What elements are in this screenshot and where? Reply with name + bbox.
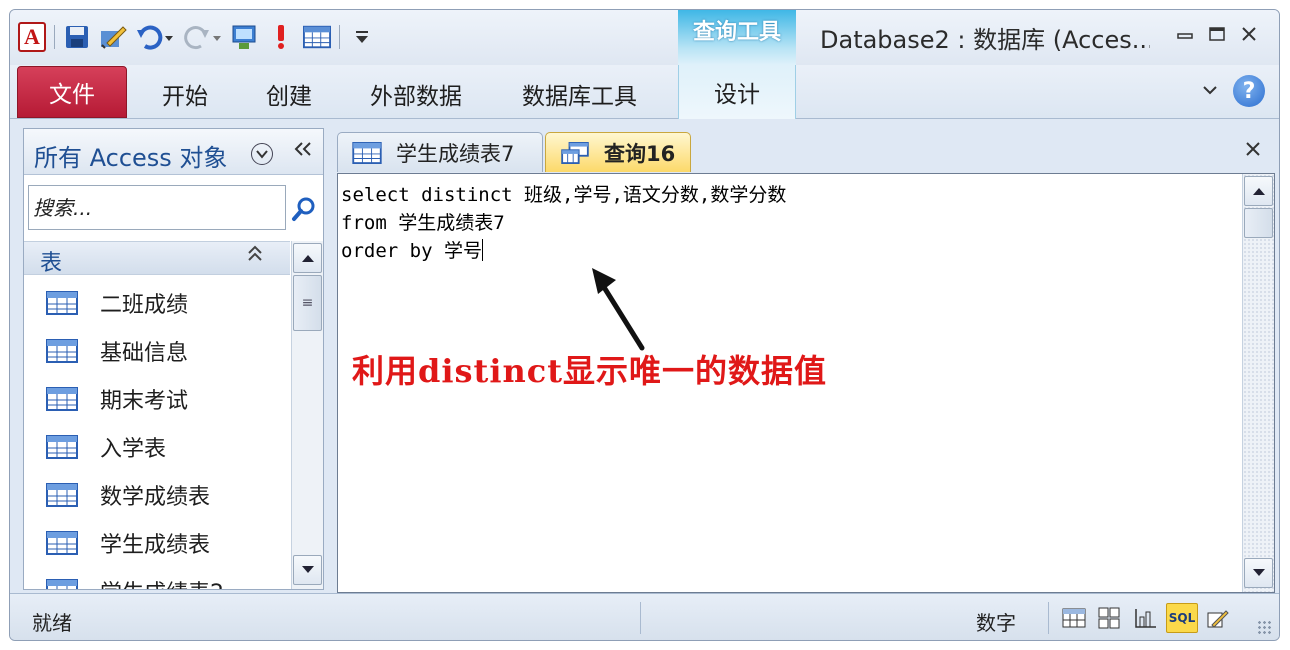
- tab-student-scores-7[interactable]: 学生成绩表7: [337, 132, 543, 172]
- scroll-down-icon[interactable]: [1244, 558, 1273, 588]
- list-item[interactable]: 入学表: [24, 423, 290, 471]
- text-caret: [481, 239, 483, 261]
- scrollbar-thumb[interactable]: [1244, 208, 1273, 238]
- shutter-bar-collapse-icon[interactable]: [292, 139, 314, 165]
- annotation-arrow-icon: [592, 268, 645, 351]
- editor-scrollbar[interactable]: [1242, 174, 1274, 592]
- list-item-label: 期末考试: [100, 389, 189, 414]
- navigation-pane: 所有 Access 对象 表 二班成绩 基础信息 期末考试 入学表 数学成绩表: [23, 128, 324, 590]
- tables-group-label: 表: [40, 251, 63, 276]
- document-tabs: 学生成绩表7 查询16: [333, 128, 1275, 172]
- list-item[interactable]: 二班成绩: [24, 279, 290, 327]
- query-icon: [561, 141, 589, 164]
- table-icon: [46, 531, 78, 555]
- list-item[interactable]: 期末考试: [24, 375, 290, 423]
- sql-view-button[interactable]: SQL: [1166, 603, 1198, 633]
- window-title: Database2 : 数据库 (Acces...: [820, 26, 1150, 54]
- list-item-label: 学生成绩表: [100, 533, 211, 558]
- query-tools-context-header: 查询工具: [678, 10, 796, 65]
- list-item[interactable]: 学生成绩表: [24, 519, 290, 567]
- help-icon[interactable]: ?: [1233, 75, 1265, 107]
- tab-database-tools[interactable]: 数据库工具: [522, 77, 637, 111]
- resize-grip-icon[interactable]: [1257, 620, 1273, 636]
- view-report-icon[interactable]: [231, 23, 259, 51]
- nav-pane-menu-icon[interactable]: [251, 143, 273, 165]
- list-item-label: 学生成绩表2: [100, 575, 224, 589]
- sql-editor[interactable]: select distinct 班级,学号,语文分数,数学分数 from 学生成…: [337, 173, 1275, 593]
- tab-create[interactable]: 创建: [266, 77, 312, 111]
- status-divider: [1048, 602, 1049, 634]
- sql-line[interactable]: from 学生成绩表7: [341, 208, 505, 235]
- scroll-up-icon[interactable]: [1244, 176, 1273, 206]
- table-icon: [46, 435, 78, 459]
- table-icon: [46, 291, 78, 315]
- title-bar: A 查询工具 Database2: 数据库 (Acces...: [10, 10, 1279, 65]
- search-field[interactable]: [28, 185, 286, 230]
- sql-line-text: order by 学号: [341, 240, 482, 262]
- tab-label: 学生成绩表7: [396, 141, 515, 166]
- access-window: A 查询工具 Database2: 数据库 (Acces... 文件 开始 创…: [9, 9, 1280, 641]
- list-item[interactable]: 学生成绩表2: [24, 567, 290, 589]
- toolbar-separator: [339, 25, 340, 49]
- status-divider: [640, 602, 641, 634]
- scroll-up-icon[interactable]: [293, 243, 322, 273]
- num-lock-indicator: 数字: [976, 611, 1016, 635]
- search-icon[interactable]: [290, 195, 318, 223]
- datasheet-view-icon[interactable]: [1058, 603, 1090, 633]
- table-icon: [46, 339, 78, 363]
- save-icon[interactable]: [63, 23, 91, 51]
- list-item-label: 入学表: [100, 437, 167, 462]
- tab-file[interactable]: 文件: [17, 66, 127, 118]
- run-icon[interactable]: [267, 23, 295, 51]
- view-switcher: SQL: [1058, 603, 1238, 633]
- scroll-down-icon[interactable]: [293, 555, 322, 585]
- minimize-ribbon-icon[interactable]: [1201, 81, 1219, 102]
- sql-line[interactable]: select distinct 班级,学号,语文分数,数学分数: [341, 180, 786, 207]
- nav-table-list: 二班成绩 基础信息 期末考试 入学表 数学成绩表 学生成绩表 学生成绩表2: [24, 279, 290, 589]
- list-item[interactable]: 基础信息: [24, 327, 290, 375]
- status-text: 就绪: [32, 611, 72, 635]
- datasheet-icon[interactable]: [303, 23, 331, 51]
- undo-icon[interactable]: [135, 23, 175, 51]
- search-input[interactable]: [29, 186, 285, 229]
- design-pencil-icon[interactable]: [99, 23, 127, 51]
- window-controls: [1169, 20, 1265, 48]
- restore-icon[interactable]: [1201, 20, 1233, 48]
- tab-label: 查询16: [604, 141, 676, 166]
- list-item-label: 数学成绩表: [100, 485, 211, 510]
- ribbon-tabs: 文件 开始 创建 外部数据 数据库工具 设计 ?: [10, 65, 1279, 119]
- redo-icon[interactable]: [183, 23, 223, 51]
- group-collapse-icon[interactable]: [246, 244, 264, 269]
- tab-external-data[interactable]: 外部数据: [370, 77, 462, 111]
- table-icon: [46, 387, 78, 411]
- list-item[interactable]: 数学成绩表: [24, 471, 290, 519]
- ribbon-right-controls: ?: [1201, 75, 1265, 107]
- status-bar: 就绪 数字 SQL: [10, 593, 1279, 640]
- table-icon: [46, 579, 78, 589]
- table-icon: [352, 141, 382, 164]
- access-app-icon[interactable]: A: [18, 22, 46, 52]
- close-icon[interactable]: [1233, 20, 1265, 48]
- scrollbar-thumb[interactable]: ≡: [293, 275, 322, 331]
- customize-toolbar-icon[interactable]: [348, 23, 376, 51]
- nav-pane-scrollbar[interactable]: ≡: [291, 241, 323, 589]
- close-document-icon[interactable]: [1245, 138, 1261, 163]
- annotation-text: 利用distinct显示唯一的数据值: [352, 352, 828, 390]
- minimize-icon[interactable]: [1169, 20, 1201, 48]
- table-icon: [46, 483, 78, 507]
- pivot-chart-view-icon[interactable]: [1130, 603, 1162, 633]
- tab-query-16[interactable]: 查询16: [545, 132, 691, 172]
- list-item-label: 二班成绩: [100, 293, 189, 318]
- nav-pane-title[interactable]: 所有 Access 对象: [34, 138, 227, 173]
- sql-line-last[interactable]: order by 学号: [341, 236, 483, 263]
- toolbar-separator: [54, 25, 55, 49]
- nav-pane-header[interactable]: 所有 Access 对象: [24, 129, 323, 175]
- design-view-icon[interactable]: [1202, 603, 1234, 633]
- tab-design[interactable]: 设计: [678, 65, 796, 119]
- tables-group-header[interactable]: 表: [24, 241, 290, 276]
- quick-access-toolbar: A: [18, 22, 384, 52]
- tab-home[interactable]: 开始: [162, 77, 208, 111]
- list-item-label: 基础信息: [100, 341, 189, 366]
- pivot-table-view-icon[interactable]: [1094, 603, 1126, 633]
